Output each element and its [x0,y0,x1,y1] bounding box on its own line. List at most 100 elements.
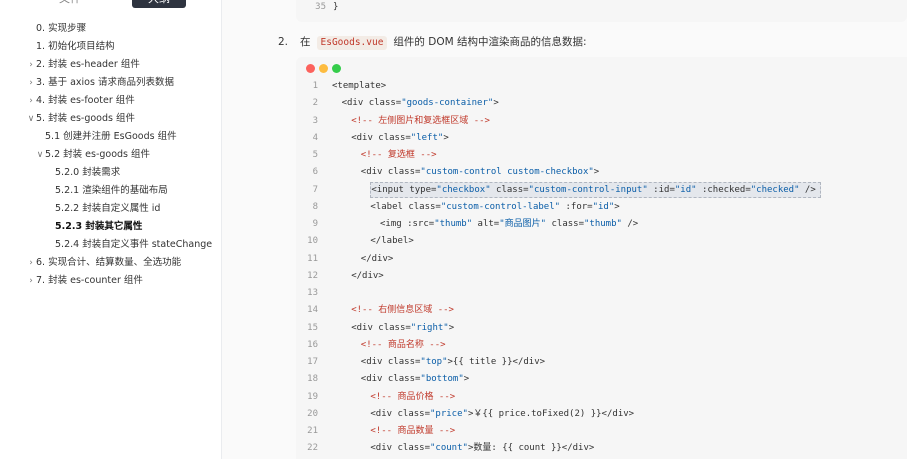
line-number: 14 [307,305,318,316]
chevron-right-icon[interactable]: › [27,254,35,272]
code-string: "custom-control-label" [440,201,561,212]
outline-item[interactable]: › 7. 封装 es-counter 组件 [29,272,143,290]
code-string: "bottom" [420,374,464,385]
sidebar-tabs: 文件 大纲 [0,0,222,9]
outline-item[interactable]: 1. 初始化项目结构 [36,38,115,56]
outline-item[interactable]: 0. 实现步骤 [36,20,86,38]
outline-item[interactable]: 5.2.2 封装自定义属性 id [55,200,160,218]
line-number: 22 [307,443,318,454]
line-number: 2 [312,98,318,109]
code-string: "count" [430,443,468,454]
code-string: "id" [592,201,615,212]
code-token: <div [370,443,398,454]
code-token: <img [380,219,408,229]
outline-item[interactable]: 5.2.4 封装自定义事件 stateChange [55,236,212,254]
outline-item-label: 1. 初始化项目结构 [36,41,115,52]
tab-files[interactable]: 文件 [50,0,90,8]
line-number: 12 [307,270,318,281]
code-text: <div class="price">￥{{ price.toFixed(2) … [370,406,634,423]
line-number: 20 [307,408,318,419]
outline-item[interactable]: ∨ 5. 封装 es-goods 组件 [28,110,135,128]
code-string: "id" [674,184,697,195]
outline-item[interactable]: › 6. 实现合计、结算数量、全选功能 [29,254,182,272]
outline-item-label: 5.2.2 封装自定义属性 id [55,203,161,214]
outline-item-label: 6. 实现合计、结算数量、全选功能 [36,257,182,268]
code-text: <div class="custom-control custom-checkb… [361,164,599,181]
inline-code-filename: EsGoods.vue [316,36,388,50]
tab-outline[interactable]: 大纲 [132,0,186,8]
code-block: 1 <template> 2 <div class="goods-container"… [296,57,907,459]
outline-item[interactable]: › 4. 封装 es-footer 组件 [29,92,135,110]
code-string: "custom-control custom-checkbox" [420,167,594,178]
code-token: class= [387,374,421,385]
outline-item-label: 5.1 创建并注册 EsGoods 组件 [45,131,177,142]
code-string: "top" [420,357,448,367]
code-token: class= [408,201,441,212]
code-line: 3 <!-- 左侧图片和复选框区域 --> [296,113,907,130]
code-string: "checkbox" [436,184,491,195]
code-line: 17 <div class="top">{{ title }}</div> [296,354,907,371]
outline-item-label: 5.2.0 封装需求 [55,167,121,178]
code-string: "custom-control-input" [528,184,648,195]
code-text: <div class="bottom"> [361,371,469,388]
line-number: 9 [312,219,318,229]
code-token: :src= [407,219,435,229]
chevron-right-icon[interactable]: › [27,272,35,290]
code-token: class= [378,322,411,333]
chevron-down-icon[interactable]: ∨ [36,146,44,164]
code-line: 13 [296,285,907,302]
code-line: 1 <template> [296,78,907,95]
outline-item-label: 3. 基于 axios 请求商品列表数据 [36,77,174,88]
code-token: class= [387,357,421,367]
code-token: > [448,322,455,333]
code-token: /> [621,219,639,229]
line-number: 1 [312,81,318,91]
line-number: 8 [312,201,318,212]
code-line: 6 <div class="custom-control custom-check… [296,164,907,181]
code-token: <div [351,322,379,333]
code-token: type= [409,184,437,195]
code-line: 21 <!-- 商品数量 --> [296,423,907,440]
outline-item[interactable]: › 3. 基于 axios 请求商品列表数据 [29,74,174,92]
code-line: 10 </label> [296,233,907,250]
code-line: 11 </div> [296,251,907,268]
outline-item[interactable]: 5.1 创建并注册 EsGoods 组件 [45,128,177,146]
outline-item[interactable]: › 2. 封装 es-header 组件 [29,56,140,74]
chevron-right-icon[interactable]: › [27,74,35,92]
code-comment: <!-- 商品价格 --> [370,391,456,402]
outline-item[interactable]: 5.2.3 封装其它属性 [55,218,142,236]
code-comment: <!-- 商品数量 --> [370,426,456,436]
outline-sidebar: 文件 大纲 0. 实现步骤 1. 初始化项目结构 ›2. 封装 es-header … [0,0,222,459]
code-line: 20 <div class="price">￥{{ price.toFixed(2… [296,406,907,423]
outline-item[interactable]: 5.2.1 渲染组件的基础布局 [55,182,168,200]
code-text: <!-- 左侧图片和复选框区域 --> [351,113,490,130]
minimize-dot-icon [319,64,328,73]
line-number: 4 [312,132,318,143]
code-string: "thumb" [434,219,473,229]
outline-item-label: 7. 封装 es-counter 组件 [36,275,143,286]
previous-code-block: 35 } [296,0,907,22]
code-text: <img :src="thumb" alt="商品图片" class="thum… [380,216,638,233]
step-number: 2. [278,36,289,48]
chevron-right-icon[interactable]: › [27,92,35,110]
code-text: <!-- 商品价格 --> [370,389,455,406]
document-content: 35 } 2. 在 EsGoods.vue 组件的 DOM 结构中渲染商品的信息数据:… [222,0,907,459]
code-line: 16 <!-- 商品名称 --> [296,337,907,354]
outline-item-label: 5. 封装 es-goods 组件 [36,113,135,124]
outline-item[interactable]: ∨ 5.2 封装 es-goods 组件 [37,146,150,164]
chevron-right-icon[interactable]: › [27,56,35,74]
code-token: > [593,167,600,178]
line-number: 11 [307,253,318,264]
code-line: 5 <!-- 复选框 --> [296,147,907,164]
code-text: <div class="top">{{ title }}</div> [361,354,545,371]
code-string: "left" [410,132,444,143]
chevron-down-icon[interactable]: ∨ [27,110,35,128]
code-line: 2 <div class="goods-container"> [296,95,907,112]
code-string: "right" [410,322,449,333]
outline-item[interactable]: 5.2.0 封装需求 [55,164,120,182]
code-token: <div [360,357,388,367]
line-number: 19 [307,391,318,402]
code-comment: <!-- 右侧信息区域 --> [351,305,454,316]
code-text: <div class="count">数量: {{ count }}</div> [370,440,594,457]
code-token: <div [360,374,388,385]
